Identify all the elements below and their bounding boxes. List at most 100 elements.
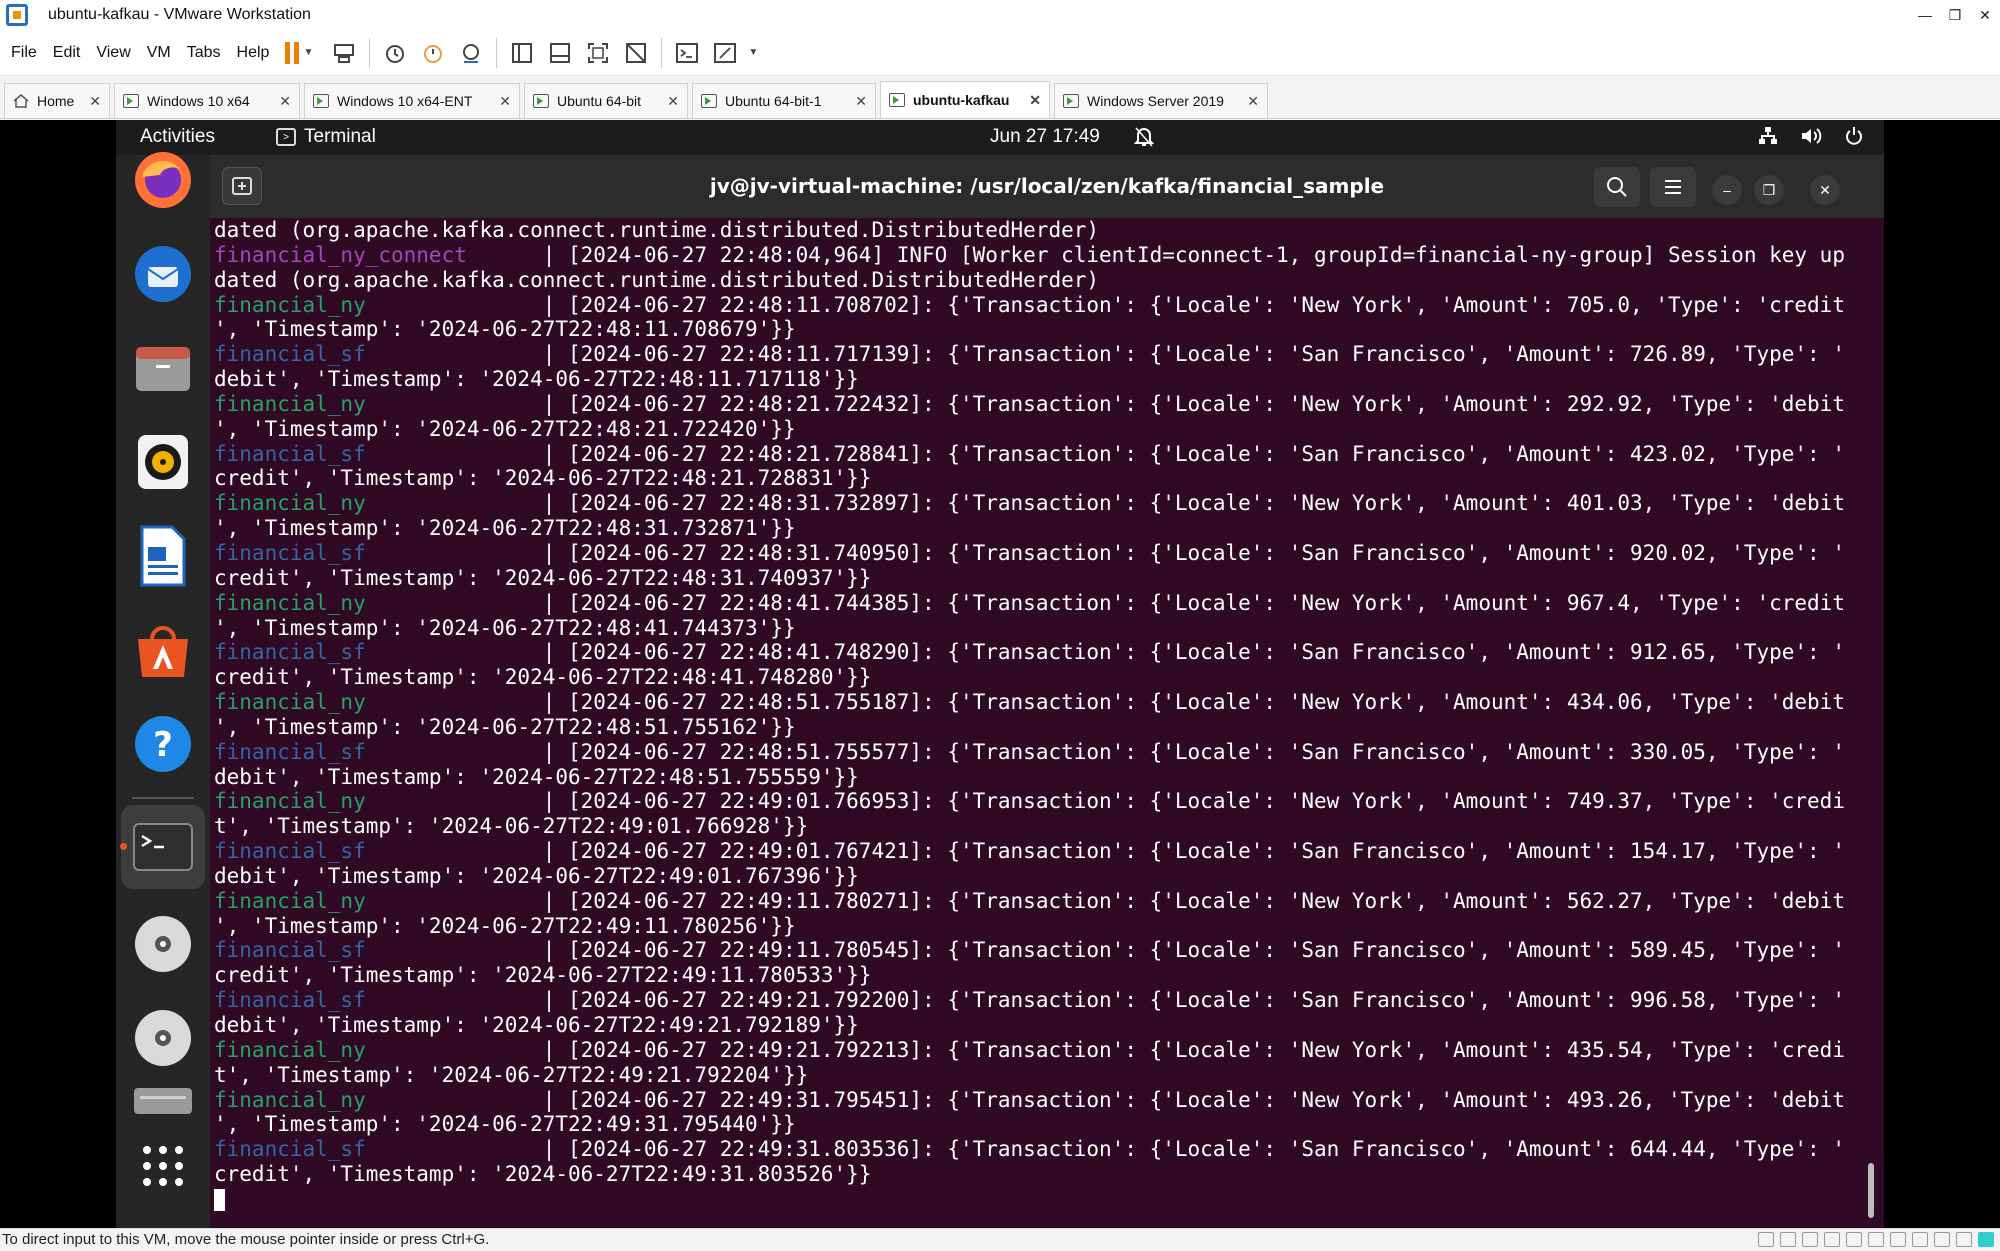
- printer-icon[interactable]: [1890, 1232, 1906, 1247]
- terminal-line: dated (org.apache.kafka.connect.runtime.…: [214, 268, 1884, 293]
- terminal-line: financial_sf | [2024-06-27 22:49:31.8035…: [214, 1137, 1884, 1162]
- log-text: credit', 'Timestamp': '2024-06-27T22:48:…: [214, 466, 872, 491]
- firefox-icon[interactable]: [132, 149, 194, 211]
- app-menu-terminal[interactable]: > Terminal: [276, 126, 376, 148]
- terminal-line: ', 'Timestamp': '2024-06-27T22:48:11.708…: [214, 317, 1884, 342]
- display-icon[interactable]: [1934, 1232, 1950, 1247]
- menu-view[interactable]: View: [88, 44, 138, 62]
- service-name: financial_ny: [214, 690, 366, 715]
- cdrom-icon[interactable]: [1780, 1232, 1796, 1247]
- tab-windows-10-x64-ent[interactable]: Windows 10 x64-ENT ✕: [304, 83, 520, 118]
- revert-snapshot-icon[interactable]: [418, 38, 448, 68]
- log-text: t', 'Timestamp': '2024-06-27T22:49:21.79…: [214, 1062, 809, 1087]
- network-icon[interactable]: [1758, 126, 1778, 152]
- terminal-line: ', 'Timestamp': '2024-06-27T22:48:31.732…: [214, 516, 1884, 541]
- log-text: | [2024-06-27 22:49:11.780271]: {'Transa…: [542, 888, 1845, 913]
- log-text: | [2024-06-27 22:48:51.755577]: {'Transa…: [542, 739, 1845, 764]
- fit-guest-icon[interactable]: [1978, 1232, 1994, 1247]
- service-name: financial_ny: [214, 888, 366, 913]
- help-icon[interactable]: ?: [132, 713, 194, 775]
- message-log-icon[interactable]: [1956, 1232, 1972, 1247]
- disc-icon[interactable]: [132, 1007, 194, 1069]
- disc-icon[interactable]: [132, 913, 194, 975]
- writer-icon[interactable]: [132, 525, 194, 587]
- log-text: debit', 'Timestamp': '2024-06-27T22:49:0…: [214, 863, 859, 888]
- pause-dropdown-icon[interactable]: ▼: [303, 47, 313, 58]
- tab-windows-10-x64[interactable]: Windows 10 x64 ✕: [114, 83, 300, 118]
- search-button[interactable]: [1594, 167, 1640, 207]
- full-screen-icon[interactable]: [583, 38, 613, 68]
- padding: [366, 690, 543, 714]
- usb-icon[interactable]: [1868, 1232, 1884, 1247]
- tab-ubuntu-64-bit[interactable]: Ubuntu 64-bit ✕: [524, 83, 688, 118]
- maximize-terminal-button[interactable]: ❐: [1754, 175, 1784, 205]
- terminal-line: financial_sf | [2024-06-27 22:48:51.7555…: [214, 740, 1884, 765]
- terminal-output[interactable]: dated (org.apache.kafka.connect.runtime.…: [210, 218, 1884, 1228]
- stretch-dropdown-icon[interactable]: ▼: [748, 47, 758, 58]
- thunderbird-icon[interactable]: [132, 243, 194, 305]
- system-tray[interactable]: [1758, 126, 1864, 152]
- network-adapter-icon[interactable]: [1846, 1232, 1862, 1247]
- thumbnail-bar-icon[interactable]: [545, 38, 575, 68]
- padding: [366, 740, 543, 764]
- terminal-icon[interactable]: [121, 805, 205, 889]
- stretch-guest-icon[interactable]: [710, 38, 740, 68]
- snapshot-manager-icon[interactable]: [456, 38, 486, 68]
- notification-bell-icon[interactable]: [1133, 126, 1155, 154]
- log-text: | [2024-06-27 22:48:41.748290]: {'Transa…: [542, 640, 1845, 665]
- activities-button[interactable]: Activities: [140, 126, 215, 148]
- close-terminal-button[interactable]: ✕: [1810, 175, 1840, 205]
- terminal-line: ', 'Timestamp': '2024-06-27T22:49:11.780…: [214, 914, 1884, 939]
- menu-button[interactable]: [1650, 167, 1696, 207]
- minimize-terminal-button[interactable]: –: [1712, 175, 1742, 205]
- menu-edit[interactable]: Edit: [45, 44, 89, 62]
- close-tab-icon[interactable]: ✕: [841, 93, 867, 110]
- window-controls: — ❐ ✕: [1910, 0, 2000, 30]
- close-tab-icon[interactable]: ✕: [485, 93, 511, 110]
- clock[interactable]: Jun 27 17:49: [990, 126, 1100, 148]
- pause-vm-button[interactable]: [285, 41, 300, 64]
- terminal-line: financial_ny | [2024-06-27 22:49:11.7802…: [214, 889, 1884, 914]
- close-tab-icon[interactable]: ✕: [75, 93, 101, 110]
- software-icon[interactable]: [132, 619, 194, 681]
- power-icon[interactable]: [1844, 126, 1864, 152]
- sound-icon[interactable]: [1912, 1232, 1928, 1247]
- volume-icon[interactable]: [1800, 126, 1822, 152]
- service-name: financial_sf: [214, 988, 366, 1013]
- close-window-button[interactable]: ✕: [1970, 0, 2000, 30]
- menu-vm[interactable]: VM: [139, 44, 179, 62]
- menu-file[interactable]: File: [0, 44, 45, 62]
- close-tab-icon[interactable]: ✕: [653, 93, 679, 110]
- tab-label: ubuntu-kafkau: [913, 92, 1010, 108]
- tab-windows-server-2019[interactable]: Windows Server 2019 ✕: [1054, 83, 1268, 118]
- apps-grid-icon[interactable]: [132, 1135, 194, 1197]
- hdd-icon[interactable]: [1758, 1232, 1774, 1247]
- drive-icon[interactable]: [132, 1083, 194, 1119]
- close-tab-icon[interactable]: ✕: [1233, 93, 1259, 110]
- show-library-icon[interactable]: [507, 38, 537, 68]
- send-ctrl-alt-del-icon[interactable]: [329, 38, 359, 68]
- menu-tabs[interactable]: Tabs: [179, 44, 229, 62]
- tab-home[interactable]: Home ✕: [4, 83, 110, 118]
- close-tab-icon[interactable]: ✕: [1015, 92, 1041, 109]
- console-view-icon[interactable]: [672, 38, 702, 68]
- tab-ubuntu-kafkau[interactable]: ubuntu-kafkau ✕: [880, 81, 1050, 118]
- unity-mode-icon[interactable]: [621, 38, 651, 68]
- files-icon[interactable]: [132, 337, 194, 399]
- rhythmbox-icon[interactable]: [132, 431, 194, 493]
- terminal-line: financial_sf | [2024-06-27 22:48:31.7409…: [214, 541, 1884, 566]
- minimize-button[interactable]: —: [1910, 0, 1940, 30]
- text-cursor: [214, 1188, 225, 1211]
- tab-ubuntu-64-bit-1[interactable]: Ubuntu 64-bit-1 ✕: [692, 83, 876, 118]
- cdrom-icon[interactable]: [1802, 1232, 1818, 1247]
- log-text: credit', 'Timestamp': '2024-06-27T22:48:…: [214, 665, 872, 690]
- floppy-icon[interactable]: [1824, 1232, 1840, 1247]
- restore-button[interactable]: ❐: [1940, 0, 1970, 30]
- snapshot-icon[interactable]: [380, 38, 410, 68]
- toolbar-separator: [496, 37, 498, 68]
- menu-help[interactable]: Help: [229, 44, 278, 62]
- terminal-line: financial_sf | [2024-06-27 22:48:41.7482…: [214, 640, 1884, 665]
- dock-separator: [132, 797, 194, 799]
- close-tab-icon[interactable]: ✕: [265, 93, 291, 110]
- terminal-scrollbar[interactable]: [1868, 1163, 1874, 1218]
